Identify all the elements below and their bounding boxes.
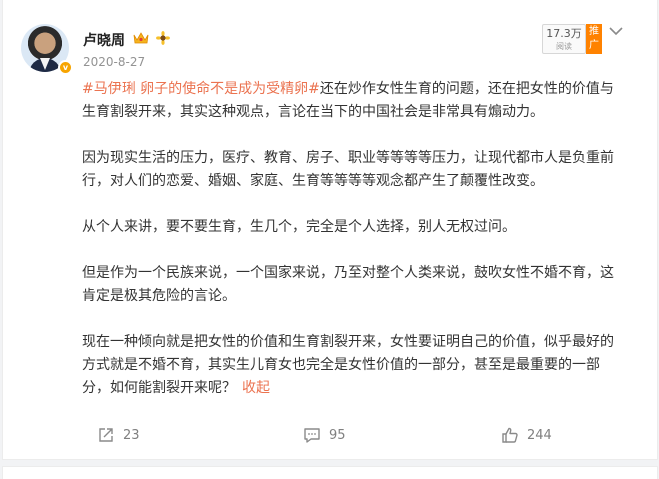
paragraph-4: 但是作为一个民族来说，一个国家来说，乃至对整个人类来说，鼓吹女性不婚不育，这肯定… — [82, 265, 614, 304]
thumbs-up-icon — [502, 427, 518, 443]
read-count: 17.3万 — [546, 27, 582, 40]
weibo-post-card: v 卢晓周 2020-8-27 17.3万 阅读 推广 #马伊琍 卵子的使命不是… — [2, 0, 658, 460]
crown-icon — [133, 32, 149, 44]
paragraph-5: 现在一种倾向就是把女性的价值和生育割裂开来，女性要证明自己的价值，似乎最好的方式… — [82, 331, 617, 400]
comment-icon — [304, 428, 320, 443]
verified-badge: v — [58, 60, 73, 75]
username[interactable]: 卢晓周 — [83, 30, 125, 50]
chevron-down-icon[interactable] — [609, 26, 623, 36]
paragraph-2: 因为现实生活的压力，医疗、教育、房子、职业等等等等压力，让现代都市人是负重前行，… — [82, 150, 614, 189]
repost-icon — [99, 428, 113, 442]
post-content: #马伊琍 卵子的使命不是成为受精卵#还在炒作女性生育的问题，还在把女性的价值与生… — [82, 78, 617, 400]
sunflower-icon — [156, 31, 170, 45]
collapse-link[interactable]: 收起 — [242, 380, 270, 396]
action-bar: 23 95 244 — [3, 420, 659, 450]
promo-tag[interactable]: 推广 — [586, 24, 602, 54]
paragraph-text: 现在一种倾向就是把女性的价值和生育割裂开来，女性要证明自己的价值，似乎最好的方式… — [82, 334, 614, 396]
paragraph-1: #马伊琍 卵子的使命不是成为受精卵#还在炒作女性生育的问题，还在把女性的价值与生… — [82, 78, 617, 124]
post-date[interactable]: 2020-8-27 — [83, 55, 145, 69]
next-post-card — [2, 466, 658, 479]
like-button[interactable]: 244 — [501, 424, 552, 446]
paragraph-3: 从个人来讲，要不要生育，生几个，完全是个人选择，别人无权过问。 — [82, 219, 516, 235]
like-count: 244 — [527, 427, 552, 443]
comment-count: 95 — [329, 427, 346, 443]
repost-button[interactable]: 23 — [97, 424, 140, 446]
read-count-box: 17.3万 阅读 — [542, 24, 586, 54]
read-label: 阅读 — [556, 42, 572, 51]
repost-count: 23 — [123, 427, 140, 443]
comment-button[interactable]: 95 — [303, 424, 346, 446]
hashtag-link[interactable]: #马伊琍 卵子的使命不是成为受精卵# — [82, 81, 320, 97]
